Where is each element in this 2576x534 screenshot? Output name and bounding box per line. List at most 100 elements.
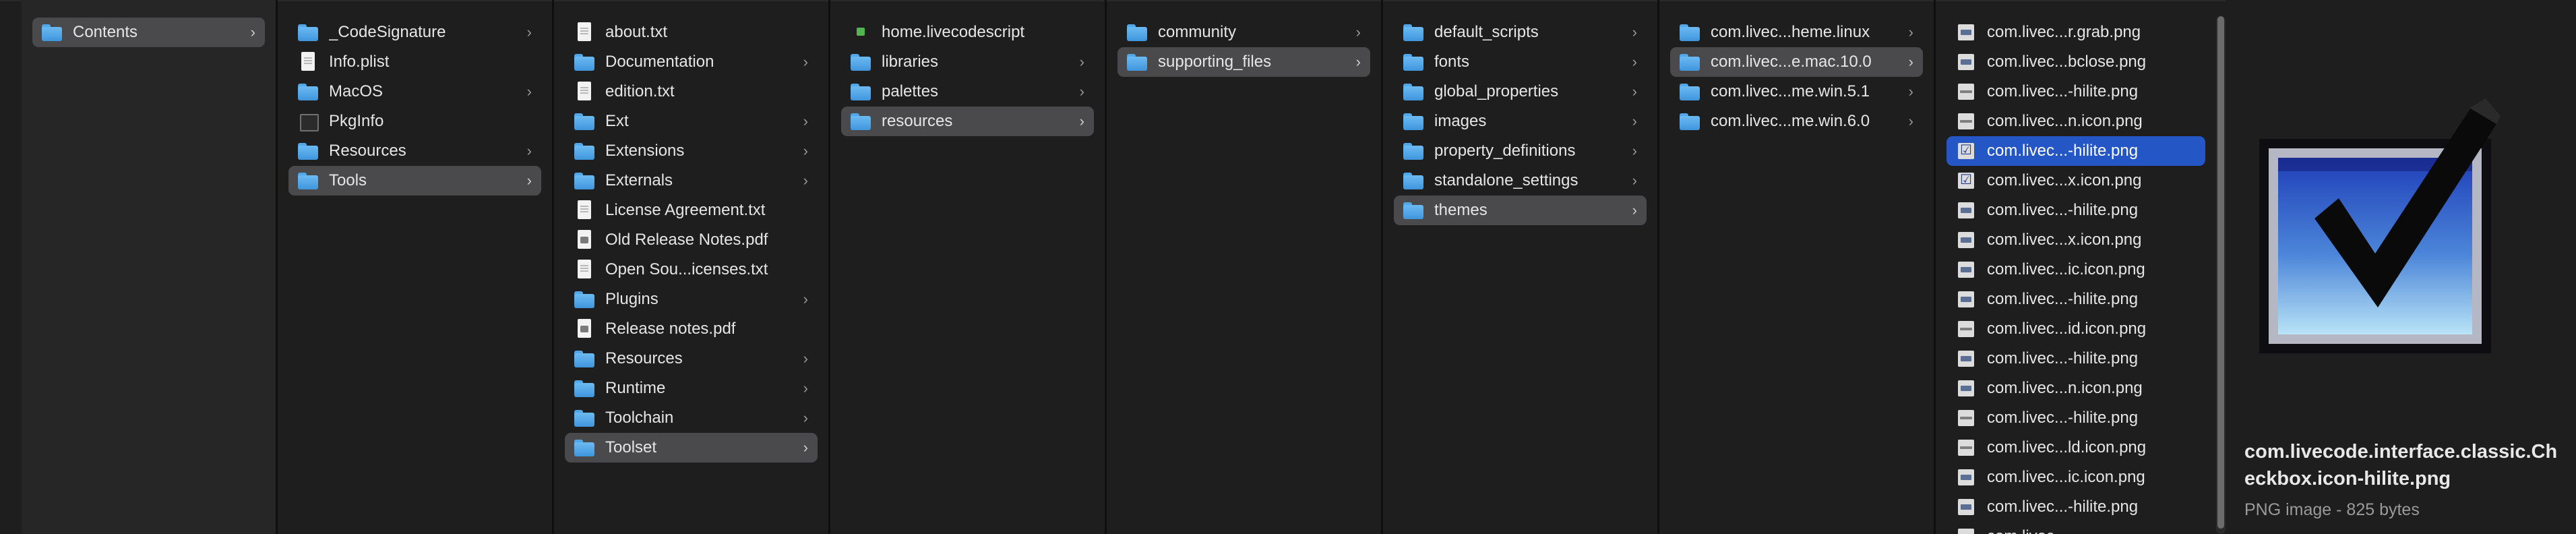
column-5[interactable]: default_scripts › fonts › global_propertie… [1383, 0, 1659, 534]
row-label: Tools [329, 171, 367, 189]
column-2[interactable]: about.txt Documentation › edition.txt Ext… [554, 0, 830, 534]
png-thumbnail-icon [1956, 320, 1976, 338]
folder-icon [298, 142, 318, 160]
row-extensions[interactable]: Extensions › [565, 136, 818, 166]
row-default-scripts[interactable]: default_scripts › [1394, 18, 1647, 47]
chevron-right-icon: › [526, 142, 532, 159]
chevron-right-icon: › [803, 142, 808, 159]
row-png-file[interactable]: com.livec...-hilite.png [1946, 285, 2205, 314]
row-png-file[interactable]: com.livec...-hilite.png [1946, 77, 2205, 107]
row-png-file[interactable]: com.livec...-hilite.png [1946, 196, 2205, 225]
png-thumbnail-icon [1956, 498, 1976, 516]
row-png-file[interactable]: com.livec...x.icon.png [1946, 225, 2205, 255]
row-edition-txt[interactable]: edition.txt [565, 77, 818, 107]
chevron-right-icon: › [803, 439, 808, 456]
row-png-file[interactable]: com.livec...r.grab.png [1946, 18, 2205, 47]
row-png-file[interactable]: com.livec...id.icon.png [1946, 314, 2205, 344]
row-png-file[interactable]: com.livec...-hilite.png [1946, 403, 2205, 433]
row-png-file[interactable]: com.livec...ic.icon.png [1946, 463, 2205, 492]
column-7[interactable]: com.livec...r.grab.png com.livec...bclose… [1936, 0, 2216, 534]
row-png-file[interactable]: com.livec...x.icon.png [1946, 166, 2205, 196]
row-label: com.livec...e.mac.10.0 [1711, 53, 1872, 71]
folder-icon [1680, 83, 1700, 100]
row-png-file[interactable]: com.livec...n.icon.png [1946, 107, 2205, 136]
column-0[interactable]: Contents › [22, 0, 278, 534]
row-label: PkgInfo [329, 112, 384, 130]
scrollbar-thumb[interactable] [2217, 16, 2224, 529]
row-old-release-notes[interactable]: Old Release Notes.pdf [565, 225, 818, 255]
row-resources[interactable]: Resources › [565, 344, 818, 374]
row-label: Open Sou...icenses.txt [605, 260, 768, 278]
row-label: License Agreement.txt [605, 201, 766, 219]
row-fonts[interactable]: fonts › [1394, 47, 1647, 77]
chevron-right-icon: › [1632, 24, 1637, 40]
row-png-file[interactable]: com.livec...-hilite.png [1946, 492, 2205, 522]
png-thumbnail-icon [1956, 261, 1976, 278]
row-label: Resources [329, 142, 406, 160]
row-supporting-files[interactable]: supporting_files › [1117, 47, 1370, 77]
row-standalone-settings[interactable]: standalone_settings › [1394, 166, 1647, 196]
chevron-right-icon: › [1632, 83, 1637, 100]
row-png-file[interactable]: com.livec...ld.icon.png [1946, 433, 2205, 463]
row-runtime[interactable]: Runtime › [565, 374, 818, 403]
chevron-right-icon: › [803, 380, 808, 396]
row-theme-linux[interactable]: com.livec...heme.linux › [1670, 18, 1923, 47]
row-png-file[interactable]: com.livec...-hilite.png [1946, 136, 2205, 166]
row-libraries[interactable]: libraries › [841, 47, 1094, 77]
row-label: supporting_files [1158, 53, 1272, 71]
row-theme-win60[interactable]: com.livec...me.win.6.0 › [1670, 107, 1923, 136]
row-png-file[interactable]: com.livec...ic.icon.png [1946, 255, 2205, 285]
script-file-icon [851, 24, 871, 41]
row-community[interactable]: community › [1117, 18, 1370, 47]
column-3[interactable]: home.livecodescript libraries › palettes ›… [830, 0, 1107, 534]
row-codesignature[interactable]: _CodeSignature › [288, 18, 541, 47]
row-plugins[interactable]: Plugins › [565, 285, 818, 314]
row-contents[interactable]: Contents › [32, 18, 265, 47]
row-info-plist[interactable]: Info.plist [288, 47, 541, 77]
row-label: Resources [605, 349, 683, 367]
row-toolset[interactable]: Toolset › [565, 433, 818, 463]
row-png-file[interactable]: com.livec... [1946, 522, 2205, 534]
row-resources[interactable]: resources › [841, 107, 1094, 136]
folder-icon [574, 142, 594, 160]
row-label: com.livec...-hilite.png [1987, 498, 2139, 516]
row-label: com.livec...-hilite.png [1987, 409, 2139, 427]
row-label: Release notes.pdf [605, 320, 736, 338]
row-release-notes[interactable]: Release notes.pdf [565, 314, 818, 344]
row-open-source-licenses[interactable]: Open Sou...icenses.txt [565, 255, 818, 285]
row-label: property_definitions [1434, 142, 1576, 160]
row-property-definitions[interactable]: property_definitions › [1394, 136, 1647, 166]
png-thumbnail-icon [1956, 142, 1976, 160]
row-documentation[interactable]: Documentation › [565, 47, 818, 77]
vertical-scrollbar[interactable] [2216, 16, 2226, 534]
row-tools[interactable]: Tools › [288, 166, 541, 196]
row-label: com.livec...n.icon.png [1987, 379, 2143, 397]
row-pkginfo[interactable]: PkgInfo [288, 107, 541, 136]
row-ext[interactable]: Ext › [565, 107, 818, 136]
column-4[interactable]: community › supporting_files › [1107, 0, 1383, 534]
column-6[interactable]: com.livec...heme.linux › com.livec...e.ma… [1659, 0, 1936, 534]
row-resources[interactable]: Resources › [288, 136, 541, 166]
chevron-right-icon: › [1355, 24, 1361, 40]
row-images[interactable]: images › [1394, 107, 1647, 136]
row-about-txt[interactable]: about.txt [565, 18, 818, 47]
row-theme-win51[interactable]: com.livec...me.win.5.1 › [1670, 77, 1923, 107]
row-palettes[interactable]: palettes › [841, 77, 1094, 107]
row-macos[interactable]: MacOS › [288, 77, 541, 107]
row-license-agreement[interactable]: License Agreement.txt [565, 196, 818, 225]
row-png-file[interactable]: com.livec...-hilite.png [1946, 344, 2205, 374]
blank-file-icon [298, 113, 319, 131]
row-png-file[interactable]: com.livec...n.icon.png [1946, 374, 2205, 403]
row-toolchain[interactable]: Toolchain › [565, 403, 818, 433]
row-global-properties[interactable]: global_properties › [1394, 77, 1647, 107]
png-thumbnail-icon [1956, 202, 1976, 219]
column-1[interactable]: _CodeSignature › Info.plist MacOS › PkgInf… [278, 0, 554, 534]
row-png-file[interactable]: com.livec...bclose.png [1946, 47, 2205, 77]
row-label: com.livec...-hilite.png [1987, 142, 2139, 160]
chevron-right-icon: › [526, 24, 532, 40]
row-externals[interactable]: Externals › [565, 166, 818, 196]
row-themes[interactable]: themes › [1394, 196, 1647, 225]
row-home-livecodescript[interactable]: home.livecodescript [841, 18, 1094, 47]
chevron-right-icon: › [526, 172, 532, 189]
row-theme-mac[interactable]: com.livec...e.mac.10.0 › [1670, 47, 1923, 77]
